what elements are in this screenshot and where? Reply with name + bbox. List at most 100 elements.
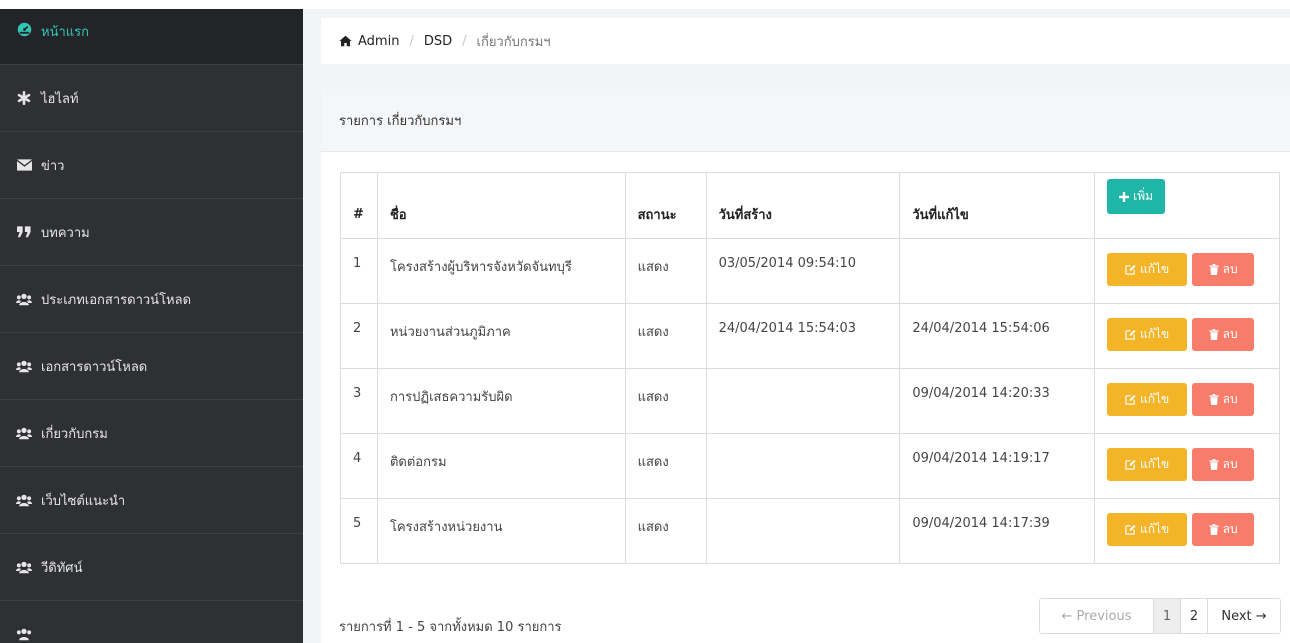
cell-status: แสดง	[624, 368, 707, 434]
cell-name: การปฏิเสธความรับผิด	[376, 368, 626, 434]
cell-num: 4	[340, 433, 378, 499]
cell-actions: แก้ไข ลบ	[1094, 303, 1280, 369]
cell-status: แสดง	[624, 498, 707, 564]
cell-actions: แก้ไข ลบ	[1094, 498, 1280, 564]
cell-modified	[899, 238, 1096, 304]
plus-icon	[1119, 191, 1130, 202]
edit-button[interactable]: แก้ไข	[1107, 383, 1188, 416]
breadcrumb-dsd[interactable]: DSD	[424, 34, 452, 49]
column-header-created: วันที่สร้าง	[705, 172, 901, 239]
edit-button[interactable]: แก้ไข	[1107, 513, 1188, 546]
breadcrumb-separator: /	[409, 33, 414, 49]
cell-created: 03/05/2014 09:54:10	[705, 238, 901, 304]
delete-button-label: ลบ	[1222, 262, 1238, 276]
top-strip	[0, 0, 1290, 9]
cell-num: 2	[340, 303, 378, 369]
sidebar-item-recommended-sites[interactable]: เว็บไซต์แนะนำ	[0, 467, 303, 534]
column-header-status: สถานะ	[624, 172, 707, 239]
users-icon	[16, 559, 32, 575]
sidebar-item-label: หน้าแรก	[41, 25, 89, 40]
edit-icon	[1125, 329, 1136, 340]
delete-button[interactable]: ลบ	[1192, 253, 1255, 286]
delete-button-label: ลบ	[1222, 457, 1238, 471]
sidebar-item-label: เอกสารดาวน์โหลด	[41, 359, 148, 375]
breadcrumb: Admin / DSD / เกี่ยวกับกรมฯ	[321, 18, 1290, 64]
delete-button[interactable]: ลบ	[1192, 383, 1255, 416]
sidebar-item-downloads[interactable]: เอกสารดาวน์โหลด	[0, 333, 303, 400]
sidebar-item-videos[interactable]: วีดิทัศน์	[0, 534, 303, 601]
cell-created: 24/04/2014 15:54:03	[705, 303, 901, 369]
delete-button[interactable]: ลบ	[1192, 318, 1255, 351]
cell-actions: แก้ไข ลบ	[1094, 368, 1280, 434]
cell-status: แสดง	[624, 238, 707, 304]
delete-button-label: ลบ	[1222, 522, 1238, 536]
breadcrumb-active: เกี่ยวกับกรมฯ	[476, 34, 551, 50]
delete-button-label: ลบ	[1222, 327, 1238, 341]
cell-num: 1	[340, 238, 378, 304]
cell-name: โครงสร้างหน่วยงาน	[376, 498, 626, 564]
cell-modified: 24/04/2014 15:54:06	[899, 303, 1096, 369]
envelope-icon	[16, 157, 32, 173]
dashboard-icon	[16, 21, 32, 37]
add-button[interactable]: เพิ่ม	[1107, 179, 1166, 214]
records-table: # ชื่อ สถานะ วันที่สร้าง วันที่แก้ไข เพิ…	[340, 172, 1280, 564]
cell-name: โครงสร้างผู้บริหารจังหวัดจันทบุรี	[376, 238, 626, 304]
sidebar-item-label: เกี่ยวกับกรม	[41, 426, 108, 442]
breadcrumb-admin[interactable]: Admin	[358, 34, 399, 49]
sidebar-item-label: วีดิทัศน์	[41, 560, 83, 576]
table-row: 4 ติดต่อกรม แสดง 09/04/2014 14:19:17 แก้…	[340, 433, 1280, 499]
cell-modified: 09/04/2014 14:20:33	[899, 368, 1096, 434]
content-panel: รายการ เกี่ยวกับกรมฯ # ชื่อ สถานะ วันที่…	[321, 89, 1290, 643]
sidebar-item-download-types[interactable]: ประเภทเอกสารดาวน์โหลด	[0, 266, 303, 333]
trash-icon	[1209, 394, 1219, 405]
sidebar-item-about[interactable]: เกี่ยวกับกรม	[0, 400, 303, 467]
cell-created	[705, 498, 901, 564]
trash-icon	[1209, 329, 1219, 340]
cell-created	[705, 368, 901, 434]
sidebar-item-highlight[interactable]: ไฮไลท์	[0, 65, 303, 132]
cell-status: แสดง	[624, 303, 707, 369]
sidebar: หน้าแรก ไฮไลท์ ข่าว บทความ ประเภทเอกสารด…	[0, 9, 303, 643]
cell-num: 3	[340, 368, 378, 434]
edit-button[interactable]: แก้ไข	[1107, 318, 1188, 351]
delete-button[interactable]: ลบ	[1192, 448, 1255, 481]
trash-icon	[1209, 264, 1219, 275]
sidebar-item-label: ประเภทเอกสารดาวน์โหลด	[41, 292, 192, 308]
sidebar-item-label: ไฮไลท์	[41, 91, 79, 107]
edit-button[interactable]: แก้ไข	[1107, 448, 1188, 481]
edit-icon	[1125, 394, 1136, 405]
edit-icon	[1125, 264, 1136, 275]
users-icon	[16, 626, 32, 642]
sidebar-item-news[interactable]: ข่าว	[0, 132, 303, 199]
table-header-row: # ชื่อ สถานะ วันที่สร้าง วันที่แก้ไข เพิ…	[340, 172, 1280, 239]
edit-button-label: แก้ไข	[1140, 522, 1170, 536]
edit-button-label: แก้ไข	[1140, 392, 1170, 406]
sidebar-item-articles[interactable]: บทความ	[0, 199, 303, 266]
home-icon[interactable]	[339, 35, 352, 47]
pagination-page-1[interactable]: 1	[1153, 598, 1181, 634]
delete-button[interactable]: ลบ	[1192, 513, 1255, 546]
table-row: 1 โครงสร้างผู้บริหารจังหวัดจันทบุรี แสดง…	[340, 238, 1280, 304]
pagination-next[interactable]: Next →	[1207, 598, 1281, 634]
table-row: 2 หน่วยงานส่วนภูมิภาค แสดง 24/04/2014 15…	[340, 303, 1280, 369]
users-icon	[16, 492, 32, 508]
cell-modified: 09/04/2014 14:17:39	[899, 498, 1096, 564]
sidebar-item-label: ข่าว	[41, 158, 65, 174]
sidebar-item-home[interactable]: หน้าแรก	[0, 9, 303, 65]
sidebar-item-label: เว็บไซต์แนะนำ	[41, 493, 126, 509]
pagination-page-2[interactable]: 2	[1180, 598, 1208, 634]
users-icon	[16, 358, 32, 374]
trash-icon	[1209, 524, 1219, 535]
users-icon	[16, 425, 32, 441]
pagination-previous[interactable]: ← Previous	[1039, 598, 1154, 634]
users-icon	[16, 291, 32, 307]
quote-icon	[16, 224, 32, 240]
edit-button-label: แก้ไข	[1140, 262, 1170, 276]
edit-button-label: แก้ไข	[1140, 457, 1170, 471]
edit-button[interactable]: แก้ไข	[1107, 253, 1188, 286]
edit-icon	[1125, 459, 1136, 470]
asterisk-icon	[16, 90, 32, 106]
cell-num: 5	[340, 498, 378, 564]
column-header-modified: วันที่แก้ไข	[899, 172, 1096, 239]
sidebar-item-more[interactable]	[0, 601, 303, 643]
